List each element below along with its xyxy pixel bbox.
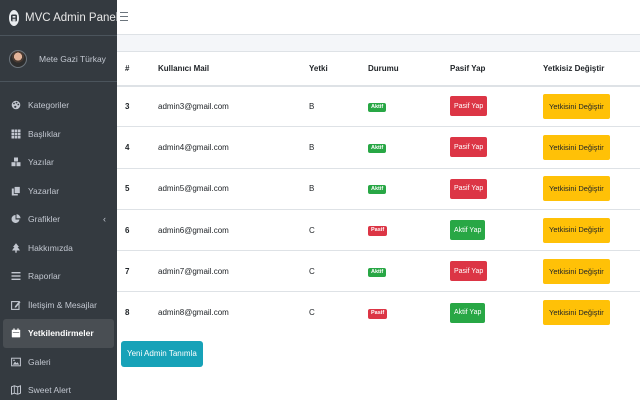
header-role: Yetki <box>309 51 368 87</box>
cell-role: B <box>309 126 368 169</box>
brand-link[interactable]: MVC Admin Paneli <box>0 0 121 36</box>
sidebar: MVC Admin Paneli Mete Gazi Türkay Katego… <box>0 0 121 400</box>
sidebar-item-galeri[interactable]: Galeri <box>0 348 117 377</box>
status-badge: Aktif <box>368 267 387 278</box>
sidebar-item-yetkilendirmeler[interactable]: Yetkilendirmeler <box>3 319 114 348</box>
tree-icon <box>11 243 21 253</box>
change-role-button[interactable]: Yetkisini Değiştir <box>543 258 610 284</box>
cell-mail: admin8@gmail.com <box>149 291 309 334</box>
toggle-status-button[interactable]: Pasif Yap <box>450 96 488 117</box>
table-row: 4 admin4@gmail.com B Aktif Pasif Yap Yet… <box>117 126 640 169</box>
grid-icon <box>11 129 21 139</box>
toggle-status-button[interactable]: Aktif Yap <box>450 220 486 241</box>
sidebar-item-label: Sweet Alert <box>28 385 71 396</box>
avatar <box>9 49 27 68</box>
header-change: Yetkisiz Değiştir <box>543 51 640 87</box>
sidebar-item-basliklar[interactable]: Başlıklar <box>0 120 117 149</box>
status-badge: Pasif <box>368 226 388 236</box>
change-role-button[interactable]: Yetkisini Değiştir <box>543 300 610 326</box>
cubes-icon <box>11 157 21 167</box>
cell-id: 5 <box>117 167 149 210</box>
status-badge: Aktif <box>368 184 387 195</box>
list-icon <box>11 271 21 281</box>
cell-id: 7 <box>117 250 149 292</box>
change-role-button[interactable]: Yetkisini Değiştir <box>543 217 610 243</box>
sidebar-item-iletisim[interactable]: İletişim & Mesajlar <box>0 291 117 320</box>
table-row: 3 admin3@gmail.com B Aktif Pasif Yap Yet… <box>117 84 640 127</box>
cell-role: B <box>309 167 368 210</box>
header-toggle: Pasif Yap <box>450 51 543 87</box>
sidebar-item-hakkimizda[interactable]: Hakkımızda <box>0 234 117 263</box>
header-mail: Kullanıcı Mail <box>149 51 309 87</box>
cell-mail: admin6@gmail.com <box>149 208 309 251</box>
change-role-button[interactable]: Yetkisini Değiştir <box>543 93 610 119</box>
toggle-status-button[interactable]: Pasif Yap <box>450 178 488 199</box>
copy-icon <box>11 185 21 196</box>
sidebar-item-label: Yazılar <box>28 157 54 168</box>
table-row: 6 admin6@gmail.com C Pasif Aktif Yap Yet… <box>117 208 640 251</box>
map-icon <box>11 385 21 396</box>
cell-mail: admin5@gmail.com <box>149 167 309 210</box>
sidebar-item-label: Galeri <box>28 356 51 367</box>
cell-id: 6 <box>117 208 149 251</box>
user-name: Mete Gazi Türkay <box>39 53 106 64</box>
sidebar-item-grafikler[interactable]: Grafikler ‹ <box>0 205 117 234</box>
sidebar-item-yazarlar[interactable]: Yazarlar <box>0 177 117 206</box>
logo-icon <box>9 9 19 26</box>
menu-toggle-icon[interactable] <box>120 12 128 21</box>
change-role-button[interactable]: Yetkisini Değiştir <box>543 134 610 160</box>
edit-icon <box>11 300 21 310</box>
table-header-row: # Kullanıcı Mail Yetki Durumu Pasif Yap … <box>117 51 640 87</box>
change-role-button[interactable]: Yetkisini Değiştir <box>543 176 610 202</box>
chevron-left-icon: ‹ <box>103 214 106 224</box>
header-id: # <box>117 51 149 87</box>
header-status: Durumu <box>368 51 450 87</box>
admin-table-card: # Kullanıcı Mail Yetki Durumu Pasif Yap … <box>117 51 640 400</box>
brand-title: MVC Admin Paneli <box>25 11 121 24</box>
sidebar-item-label: Raporlar <box>28 271 61 282</box>
cell-id: 3 <box>117 84 149 127</box>
toggle-status-button[interactable]: Pasif Yap <box>450 261 488 282</box>
cell-id: 4 <box>117 126 149 169</box>
sidebar-item-label: Grafikler <box>28 214 61 225</box>
user-panel[interactable]: Mete Gazi Türkay <box>0 36 117 82</box>
status-badge: Pasif <box>368 309 388 319</box>
sidebar-item-label: Kategoriler <box>28 100 70 111</box>
status-badge: Aktif <box>368 143 387 154</box>
toggle-status-button[interactable]: Pasif Yap <box>450 137 488 158</box>
cell-id: 8 <box>117 291 149 334</box>
admin-table: # Kullanıcı Mail Yetki Durumu Pasif Yap … <box>117 51 640 334</box>
cell-role: C <box>309 250 368 292</box>
cell-mail: admin7@gmail.com <box>149 250 309 292</box>
sidebar-item-label: Yazarlar <box>28 185 60 196</box>
sidebar-item-raporlar[interactable]: Raporlar <box>0 262 117 291</box>
cell-role: C <box>309 291 368 334</box>
sidebar-nav: Kategoriler Başlıklar Yazılar Yazarlar G… <box>0 82 117 400</box>
sidebar-item-label: Hakkımızda <box>28 242 73 253</box>
top-navbar <box>117 0 640 35</box>
calendar-icon <box>11 328 21 338</box>
add-admin-button[interactable]: Yeni Admin Tanımla <box>121 341 203 367</box>
sidebar-item-label: Yetkilendirmeler <box>28 328 94 339</box>
toggle-status-button[interactable]: Aktif Yap <box>450 302 486 323</box>
pie-chart-icon <box>11 214 21 224</box>
sidebar-item-label: Başlıklar <box>28 128 61 139</box>
cell-role: B <box>309 84 368 127</box>
sidebar-item-sweet-alert[interactable]: Sweet Alert <box>0 376 117 400</box>
image-icon <box>11 357 21 367</box>
sidebar-item-kategoriler[interactable]: Kategoriler <box>0 91 117 120</box>
palette-icon <box>11 100 21 110</box>
sidebar-item-label: İletişim & Mesajlar <box>28 299 97 310</box>
table-row: 7 admin7@gmail.com C Aktif Pasif Yap Yet… <box>117 250 640 292</box>
table-row: 5 admin5@gmail.com B Aktif Pasif Yap Yet… <box>117 167 640 210</box>
cell-mail: admin4@gmail.com <box>149 126 309 169</box>
table-row: 8 admin8@gmail.com C Pasif Aktif Yap Yet… <box>117 291 640 334</box>
cell-role: C <box>309 208 368 251</box>
status-badge: Aktif <box>368 102 387 113</box>
cell-mail: admin3@gmail.com <box>149 84 309 127</box>
sidebar-item-yazilar[interactable]: Yazılar <box>0 148 117 177</box>
